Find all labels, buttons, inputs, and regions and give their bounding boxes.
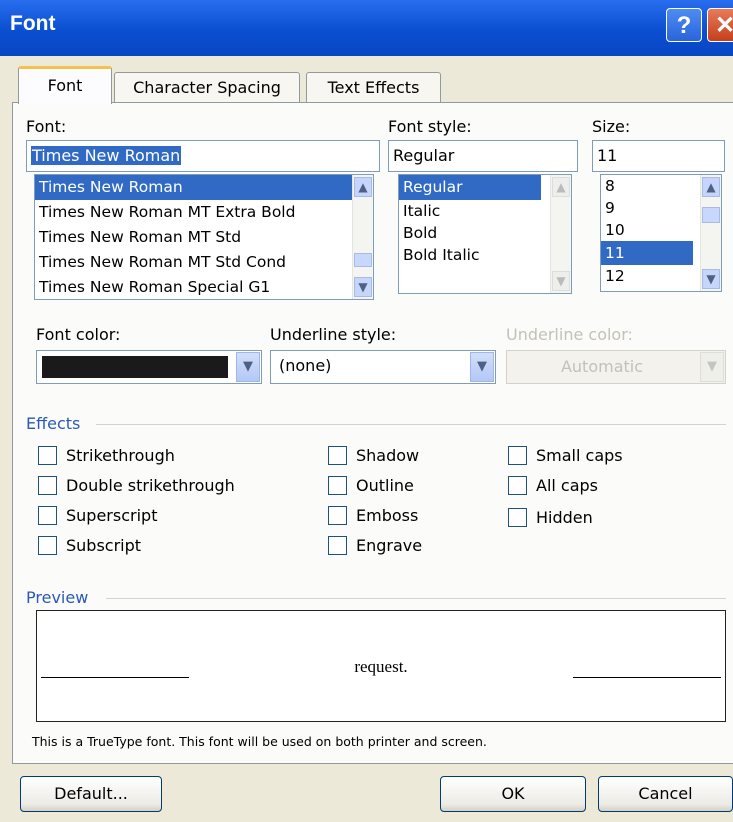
chevron-down-icon: ▼ [700,352,724,382]
window-title: Font [10,12,56,35]
default-button[interactable]: Default... [20,776,162,812]
scroll-thumb[interactable] [354,253,372,267]
preview-line-right [573,677,721,678]
font-style-list-item[interactable]: Italic [399,200,571,222]
font-style-list-item[interactable]: Bold [399,222,571,244]
font-color-label: Font color: [36,325,121,344]
font-list-item[interactable]: Times New Roman MT Extra Bold [35,200,373,225]
shadow-label: Shadow [356,446,420,465]
preview-group-label: Preview [26,588,89,607]
font-color-swatch [42,356,228,378]
font-list-item[interactable]: Times New Roman MT Std Cond [35,250,373,275]
all-caps-checkbox[interactable] [508,476,527,495]
size-input[interactable]: 11 [592,140,725,172]
close-button[interactable]: ✕ [707,8,733,42]
hidden-checkbox[interactable] [508,508,527,527]
underline-style-value: (none) [279,356,332,375]
help-button[interactable]: ? [666,8,702,42]
font-color-dropdown[interactable]: ▼ [36,350,262,384]
underline-color-dropdown: Automatic ▼ [506,350,726,384]
truetype-note: This is a TrueType font. This font will … [32,734,487,749]
scroll-down-icon[interactable]: ▼ [354,277,372,297]
size-list-scrollbar[interactable]: ▲ ▼ [700,175,721,291]
superscript-checkbox[interactable] [38,506,57,525]
font-input-value: Times New Roman [31,146,182,165]
scroll-down-icon[interactable]: ▼ [702,269,720,289]
font-style-input[interactable]: Regular [388,140,578,172]
tab-character-spacing-label: Character Spacing [133,78,281,97]
subscript-checkbox[interactable] [38,536,57,555]
engrave-label: Engrave [356,536,423,555]
strikethrough-checkbox[interactable] [38,446,57,465]
preview-line-left [41,677,189,678]
tab-text-effects-label: Text Effects [327,78,420,97]
font-style-label: Font style: [388,117,472,136]
superscript-label: Superscript [66,506,158,525]
scroll-down-icon: ▼ [552,271,570,291]
scroll-thumb[interactable] [702,207,720,223]
effects-group-label: Effects [26,414,81,433]
title-bar [0,0,733,56]
underline-color-label: Underline color: [506,325,633,344]
chevron-down-icon[interactable]: ▼ [470,352,494,382]
font-list-item[interactable]: Times New Roman MT Std [35,225,373,250]
underline-style-label: Underline style: [270,325,397,344]
font-list-item[interactable]: Times New Roman [35,175,373,200]
size-list[interactable]: 8 9 10 11 12 ▲ ▼ [600,174,722,292]
subscript-label: Subscript [66,536,142,555]
font-style-list[interactable]: Regular Italic Bold Bold Italic ▲ ▼ [398,174,572,294]
preview-text: request. [354,657,408,676]
preview-divider [106,598,726,599]
double-strikethrough-checkbox[interactable] [38,476,57,495]
preview-box: request. [36,610,726,722]
emboss-checkbox[interactable] [328,506,347,525]
close-icon: ✕ [714,12,733,39]
underline-color-value: Automatic [560,357,644,376]
strikethrough-label: Strikethrough [66,446,175,465]
font-style-list-scrollbar: ▲ ▼ [550,175,571,293]
scroll-up-icon[interactable]: ▲ [702,177,720,197]
tab-text-effects[interactable]: Text Effects [306,72,441,102]
cancel-button[interactable]: Cancel [598,776,733,812]
scroll-up-icon: ▲ [552,177,570,197]
font-list-item[interactable]: Times New Roman Special G1 [35,275,373,299]
effects-divider [96,424,726,425]
underline-style-dropdown[interactable]: (none) ▼ [270,350,496,384]
all-caps-label: All caps [536,476,599,495]
double-strikethrough-label: Double strikethrough [66,476,235,495]
font-style-list-item[interactable]: Bold Italic [399,244,571,266]
font-style-list-item[interactable]: Regular [399,175,541,200]
chevron-down-icon[interactable]: ▼ [236,352,260,382]
engrave-checkbox[interactable] [328,536,347,555]
font-list[interactable]: Times New Roman Times New Roman MT Extra… [34,174,374,300]
outline-checkbox[interactable] [328,476,347,495]
size-label: Size: [592,117,631,136]
outline-label: Outline [356,476,414,495]
font-input[interactable]: Times New Roman [26,140,380,172]
tab-font-label: Font [47,76,83,95]
shadow-checkbox[interactable] [328,446,347,465]
font-label: Font: [26,117,67,136]
font-list-scrollbar[interactable]: ▲ ▼ [352,175,373,299]
size-list-item[interactable]: 11 [601,241,693,265]
small-caps-label: Small caps [536,446,623,465]
hidden-label: Hidden [536,508,593,527]
tab-font[interactable]: Font [18,66,112,104]
small-caps-checkbox[interactable] [508,446,527,465]
ok-button[interactable]: OK [440,776,586,812]
emboss-label: Emboss [356,506,419,525]
tab-character-spacing[interactable]: Character Spacing [114,72,300,102]
scroll-up-icon[interactable]: ▲ [354,177,372,197]
